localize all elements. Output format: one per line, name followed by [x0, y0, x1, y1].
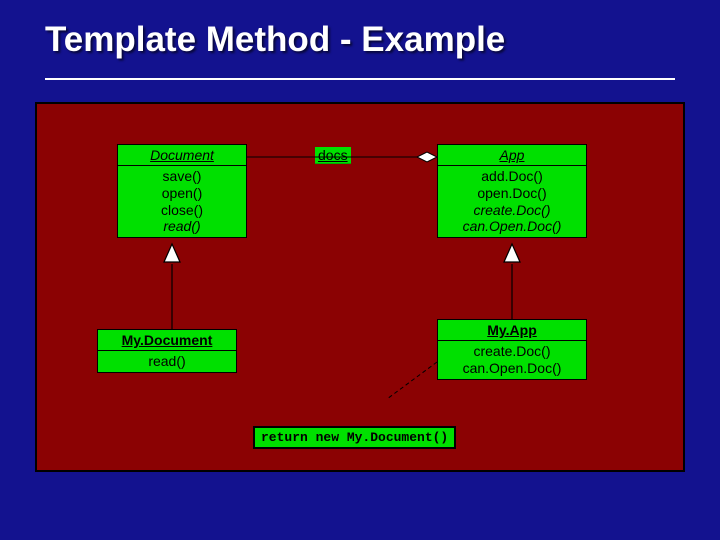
class-myapp-methods: create.Doc() can.Open.Doc() — [438, 341, 586, 379]
class-app-name: App — [438, 145, 586, 166]
class-mydocument-name: My.Document — [98, 330, 236, 351]
class-document: Document save() open() close() read() — [117, 144, 247, 238]
method: can.Open.Doc() — [444, 360, 580, 377]
method: read() — [104, 353, 230, 370]
class-mydocument-methods: read() — [98, 351, 236, 372]
slide: Template Method - Example Document save(… — [0, 0, 720, 540]
method-abstract: create.Doc() — [444, 202, 580, 219]
class-myapp-name: My.App — [438, 320, 586, 341]
method: save() — [124, 168, 240, 185]
class-document-methods: save() open() close() read() — [118, 166, 246, 237]
method: open() — [124, 185, 240, 202]
class-app: App add.Doc() open.Doc() create.Doc() ca… — [437, 144, 587, 238]
class-app-methods: add.Doc() open.Doc() create.Doc() can.Op… — [438, 166, 586, 237]
class-myapp: My.App create.Doc() can.Open.Doc() — [437, 319, 587, 380]
note-returnstatement: return new My.Document() — [253, 426, 456, 449]
slide-title: Template Method - Example — [35, 20, 685, 60]
class-mydocument: My.Document read() — [97, 329, 237, 373]
method: add.Doc() — [444, 168, 580, 185]
method: close() — [124, 202, 240, 219]
aggregation-diamond-icon — [417, 152, 437, 162]
method-abstract: read() — [124, 218, 240, 235]
note-anchor-line — [387, 362, 437, 399]
method-abstract: can.Open.Doc() — [444, 218, 580, 235]
method: create.Doc() — [444, 343, 580, 360]
title-underline — [45, 78, 675, 80]
inheritance-arrow-icon — [164, 244, 180, 262]
association-label-docs: docs — [315, 147, 351, 164]
class-document-name: Document — [118, 145, 246, 166]
uml-diagram-panel: Document save() open() close() read() Ap… — [35, 102, 685, 472]
method: open.Doc() — [444, 185, 580, 202]
inheritance-arrow-icon — [504, 244, 520, 262]
